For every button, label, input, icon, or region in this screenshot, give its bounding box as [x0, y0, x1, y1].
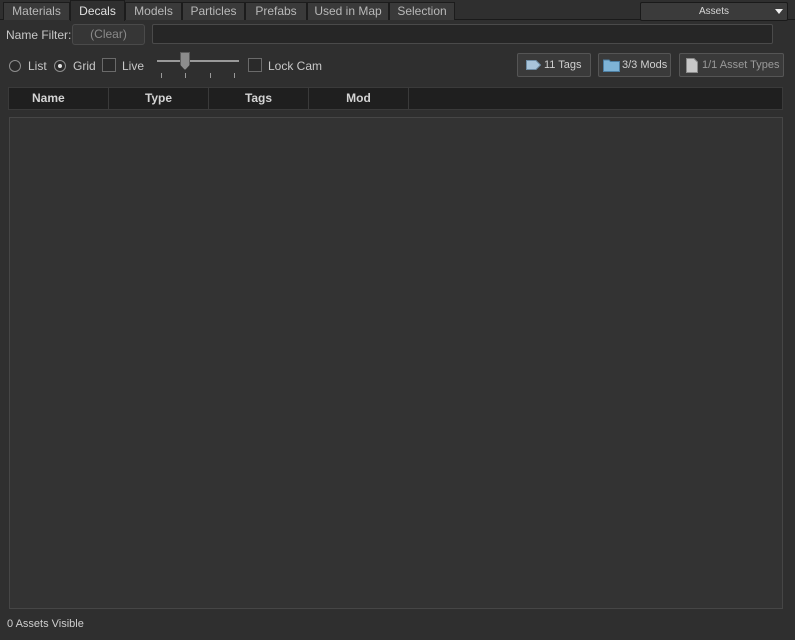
column-mod[interactable]: Mod [309, 88, 409, 109]
lock-cam-checkbox[interactable] [248, 58, 262, 72]
asset-grid[interactable] [9, 117, 783, 609]
list-label: List [28, 59, 47, 73]
name-filter-input[interactable] [152, 24, 773, 44]
status-text: 0 Assets Visible [7, 618, 84, 630]
slider-tick [161, 73, 162, 78]
tab-particles[interactable]: Particles [182, 2, 245, 20]
list-radio[interactable] [9, 60, 21, 72]
slider-track [157, 60, 239, 62]
slider-thumb[interactable] [180, 52, 190, 70]
tab-models[interactable]: Models [125, 2, 182, 20]
live-checkbox[interactable] [102, 58, 116, 72]
clear-filter-button[interactable]: (Clear) [72, 24, 145, 45]
column-tags[interactable]: Tags [209, 88, 309, 109]
document-icon [686, 58, 698, 73]
column-type[interactable]: Type [109, 88, 209, 109]
assets-dropdown[interactable]: Assets [640, 2, 788, 21]
folder-icon [603, 59, 620, 72]
chevron-down-icon [775, 9, 783, 14]
name-filter-label: Name Filter: [6, 28, 72, 42]
slider-tick [210, 73, 211, 78]
tab-prefabs[interactable]: Prefabs [245, 2, 307, 20]
tab-bar: Materials Decals Models Particles Prefab… [0, 0, 795, 21]
asset-types-button[interactable]: 1/1 Asset Types [679, 53, 784, 77]
tab-selection[interactable]: Selection [389, 2, 455, 20]
column-name-label: Name [32, 91, 65, 105]
mods-button-label: 3/3 Mods [622, 59, 668, 71]
tags-button-label: 11 Tags [544, 59, 582, 71]
slider-tick [234, 73, 235, 78]
asset-types-button-label: 1/1 Asset Types [702, 59, 780, 71]
mods-button[interactable]: 3/3 Mods [598, 53, 671, 77]
tag-icon [526, 60, 541, 70]
grid-label: Grid [73, 59, 96, 73]
live-label: Live [122, 59, 145, 73]
lock-cam-label: Lock Cam [268, 59, 323, 73]
grid-radio[interactable] [54, 60, 66, 72]
tab-materials[interactable]: Materials [3, 2, 70, 20]
slider-tick [185, 73, 186, 78]
assets-dropdown-label: Assets [698, 6, 729, 17]
column-name[interactable]: Name [9, 88, 109, 109]
column-header: Name Type Tags Mod [8, 87, 783, 110]
tab-used-in-map[interactable]: Used in Map [307, 2, 389, 20]
tab-decals[interactable]: Decals [70, 0, 125, 21]
tags-button[interactable]: 11 Tags [517, 53, 591, 77]
